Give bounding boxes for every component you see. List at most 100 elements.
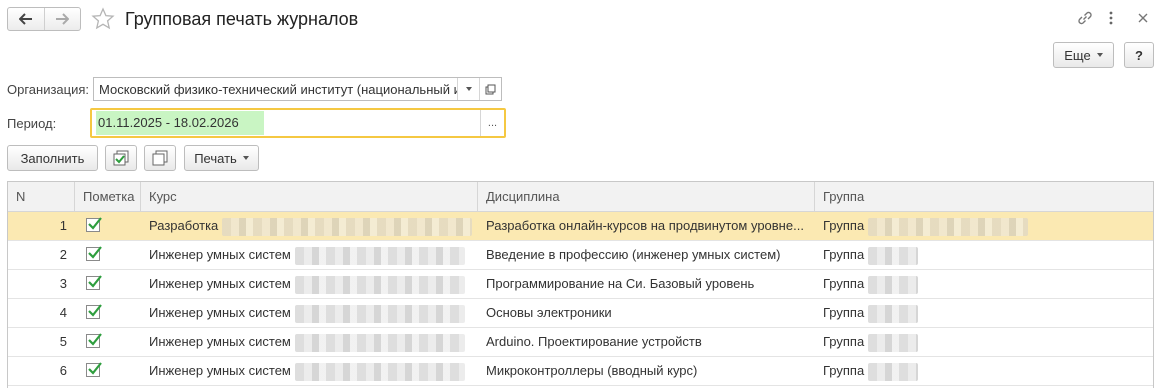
row-number: 1 [59, 218, 67, 233]
row-group-cell: Группа [815, 328, 1153, 356]
checkmark-icon [88, 303, 102, 317]
fill-button-label: Заполнить [20, 150, 85, 166]
redacted-text [868, 362, 919, 381]
fill-button[interactable]: Заполнить [7, 145, 98, 171]
page-title: Групповая печать журналов [125, 9, 359, 29]
row-discipline: Arduino. Проектирование устройств [486, 334, 702, 349]
row-group-cell: Группа [815, 270, 1153, 298]
redacted-text [222, 217, 473, 236]
checkmark-icon [88, 245, 102, 259]
row-checkbox[interactable] [86, 303, 102, 319]
arrow-right-icon [56, 13, 70, 25]
column-header-n[interactable]: N [8, 182, 75, 211]
row-mark-cell [75, 241, 141, 269]
redacted-text [294, 275, 465, 294]
check-all-button[interactable] [105, 145, 137, 171]
favorite-star-icon[interactable] [91, 7, 115, 34]
chevron-down-icon [242, 156, 249, 160]
organization-value: Московский физико-технический институт (… [99, 81, 457, 97]
row-group: Группа [823, 334, 865, 349]
row-checkbox[interactable] [86, 332, 102, 348]
print-button[interactable]: Печать [184, 145, 259, 171]
help-button-label: ? [1135, 47, 1143, 63]
help-button[interactable]: ? [1124, 42, 1154, 68]
organization-label: Организация: [7, 82, 90, 97]
row-discipline: Программирование на Си. Базовый уровень [486, 276, 755, 291]
chevron-down-icon [465, 87, 472, 91]
period-label: Период: [7, 116, 57, 131]
table-row[interactable]: 3 Инженер умных систем Программирование … [8, 270, 1153, 299]
close-icon[interactable] [1134, 9, 1152, 30]
redacted-text [868, 246, 919, 265]
forward-button[interactable] [43, 8, 81, 30]
row-course: Инженер умных систем [149, 334, 291, 349]
row-number: 6 [59, 363, 67, 378]
table-row[interactable]: 2 Инженер умных систем Введение в профес… [8, 241, 1153, 270]
row-checkbox[interactable] [86, 274, 102, 290]
row-mark-cell [75, 212, 141, 240]
back-button[interactable] [8, 8, 44, 30]
column-header-group[interactable]: Группа [815, 182, 1153, 211]
column-header-mark[interactable]: Пометка [75, 182, 141, 211]
organization-field[interactable]: Московский физико-технический институт (… [93, 77, 502, 101]
row-number: 4 [59, 305, 67, 320]
row-discipline: Основы электроники [486, 305, 612, 320]
organization-dropdown-button[interactable] [457, 78, 479, 100]
row-group: Группа [823, 305, 865, 320]
checkmark-icon [88, 332, 102, 346]
row-course: Инженер умных систем [149, 305, 291, 320]
row-discipline: Микроконтроллеры (вводный курс) [486, 363, 698, 378]
row-course-cell: Инженер умных систем [141, 270, 478, 298]
period-select-button[interactable]: ... [480, 110, 504, 136]
row-discipline: Разработка онлайн-курсов на продвинутом … [486, 218, 804, 233]
row-course-cell: Инженер умных систем [141, 357, 478, 385]
chevron-down-icon [1096, 53, 1103, 57]
row-group: Группа [823, 276, 865, 291]
table-row[interactable]: 1 Разработка Разработка онлайн-курсов на… [8, 212, 1153, 241]
more-button[interactable]: Еще [1053, 42, 1114, 68]
row-group: Группа [823, 247, 865, 262]
row-checkbox[interactable] [86, 216, 102, 232]
table-row[interactable]: 6 Инженер умных систем Микроконтроллеры … [8, 357, 1153, 386]
redacted-text [294, 304, 465, 323]
table-row[interactable]: 5 Инженер умных систем Arduino. Проектир… [8, 328, 1153, 357]
row-mark-cell [75, 357, 141, 385]
uncheck-all-button[interactable] [144, 145, 176, 171]
organization-open-button[interactable] [479, 78, 501, 100]
period-value: 01.11.2025 - 18.02.2026 [96, 111, 264, 135]
row-course-cell: Инженер умных систем [141, 241, 478, 269]
row-group-cell: Группа [815, 241, 1153, 269]
row-course-cell: Инженер умных систем [141, 299, 478, 327]
redacted-text [868, 275, 919, 294]
row-checkbox[interactable] [86, 361, 102, 377]
link-icon[interactable] [1076, 9, 1094, 30]
column-header-discipline[interactable]: Дисциплина [478, 182, 815, 211]
redacted-text [868, 217, 1029, 236]
open-window-icon [485, 84, 496, 94]
redacted-text [294, 362, 465, 381]
row-number: 5 [59, 334, 67, 349]
print-button-label: Печать [194, 150, 237, 166]
more-button-label: Еще [1064, 47, 1091, 63]
row-course: Инженер умных систем [149, 276, 291, 291]
checkmark-icon [88, 216, 102, 230]
table-header: N Пометка Курс Дисциплина Группа [8, 182, 1153, 212]
period-field[interactable]: 01.11.2025 - 18.02.2026 ... [90, 108, 506, 138]
row-number: 2 [59, 247, 67, 262]
redacted-text [868, 333, 919, 352]
uncheck-all-icon [152, 150, 168, 166]
column-header-course[interactable]: Курс [141, 182, 478, 211]
row-number: 3 [59, 276, 67, 291]
row-group: Группа [823, 363, 865, 378]
redacted-text [868, 304, 919, 323]
arrow-left-icon [18, 13, 32, 25]
row-course: Разработка [149, 218, 219, 233]
table-row[interactable]: 4 Инженер умных систем Основы электроник… [8, 299, 1153, 328]
row-course: Инженер умных систем [149, 363, 291, 378]
more-vertical-icon[interactable] [1107, 9, 1115, 30]
row-checkbox[interactable] [86, 245, 102, 261]
checkmark-icon [88, 361, 102, 375]
row-mark-cell [75, 328, 141, 356]
check-all-icon [113, 150, 129, 166]
nav-buttons [7, 7, 81, 31]
